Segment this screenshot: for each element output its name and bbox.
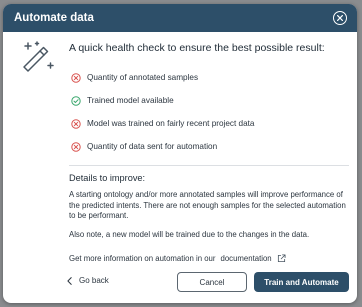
details-heading: Details to improve: — [69, 173, 146, 183]
divider — [69, 165, 349, 166]
error-circle-icon — [71, 118, 81, 129]
check-item-recent-data: Model was trained on fairly recent proje… — [69, 112, 349, 135]
check-item-trained-model: Trained model available — [69, 89, 349, 112]
check-item-label: Model was trained on fairly recent proje… — [87, 119, 255, 128]
error-circle-icon — [71, 141, 81, 152]
check-item-label: Quantity of annotated samples — [87, 73, 199, 82]
check-item-annotated-samples: Quantity of annotated samples — [69, 66, 349, 89]
check-item-label: Quantity of data sent for automation — [87, 142, 218, 151]
dialog-content: A quick health check to ensure the best … — [69, 42, 349, 263]
magic-wand-icon — [23, 41, 54, 72]
details-paragraph: A starting ontology and/or more annotate… — [69, 190, 346, 220]
dialog-title: Automate data — [14, 12, 94, 24]
chevron-left-icon — [67, 276, 72, 285]
go-back-button[interactable]: Go back — [67, 276, 109, 285]
health-check-heading: A quick health check to ensure the best … — [69, 42, 325, 54]
dialog-footer: Go back Cancel Train and Automate — [3, 272, 357, 292]
check-item-data-quantity: Quantity of data sent for automation — [69, 135, 349, 158]
check-circle-icon — [71, 95, 81, 106]
train-and-automate-button[interactable]: Train and Automate — [254, 272, 349, 292]
dialog-header: Automate data — [3, 4, 357, 32]
health-check-list: Quantity of annotated samples Trained mo… — [69, 66, 349, 158]
check-item-label: Trained model available — [87, 96, 174, 105]
external-link-icon[interactable] — [277, 254, 286, 263]
automate-data-dialog: Automate data A quick health check to en… — [3, 4, 357, 303]
note-paragraph: Also note, a new model will be trained d… — [69, 229, 310, 239]
documentation-link[interactable]: documentation — [221, 254, 272, 263]
more-info-text: Get more information on automation in ou… — [69, 254, 216, 263]
close-icon — [337, 15, 343, 21]
go-back-label: Go back — [79, 276, 109, 285]
cancel-button[interactable]: Cancel — [177, 272, 247, 292]
more-info-line: Get more information on automation in ou… — [69, 254, 349, 263]
error-circle-icon — [71, 72, 81, 83]
close-button[interactable] — [333, 11, 347, 25]
